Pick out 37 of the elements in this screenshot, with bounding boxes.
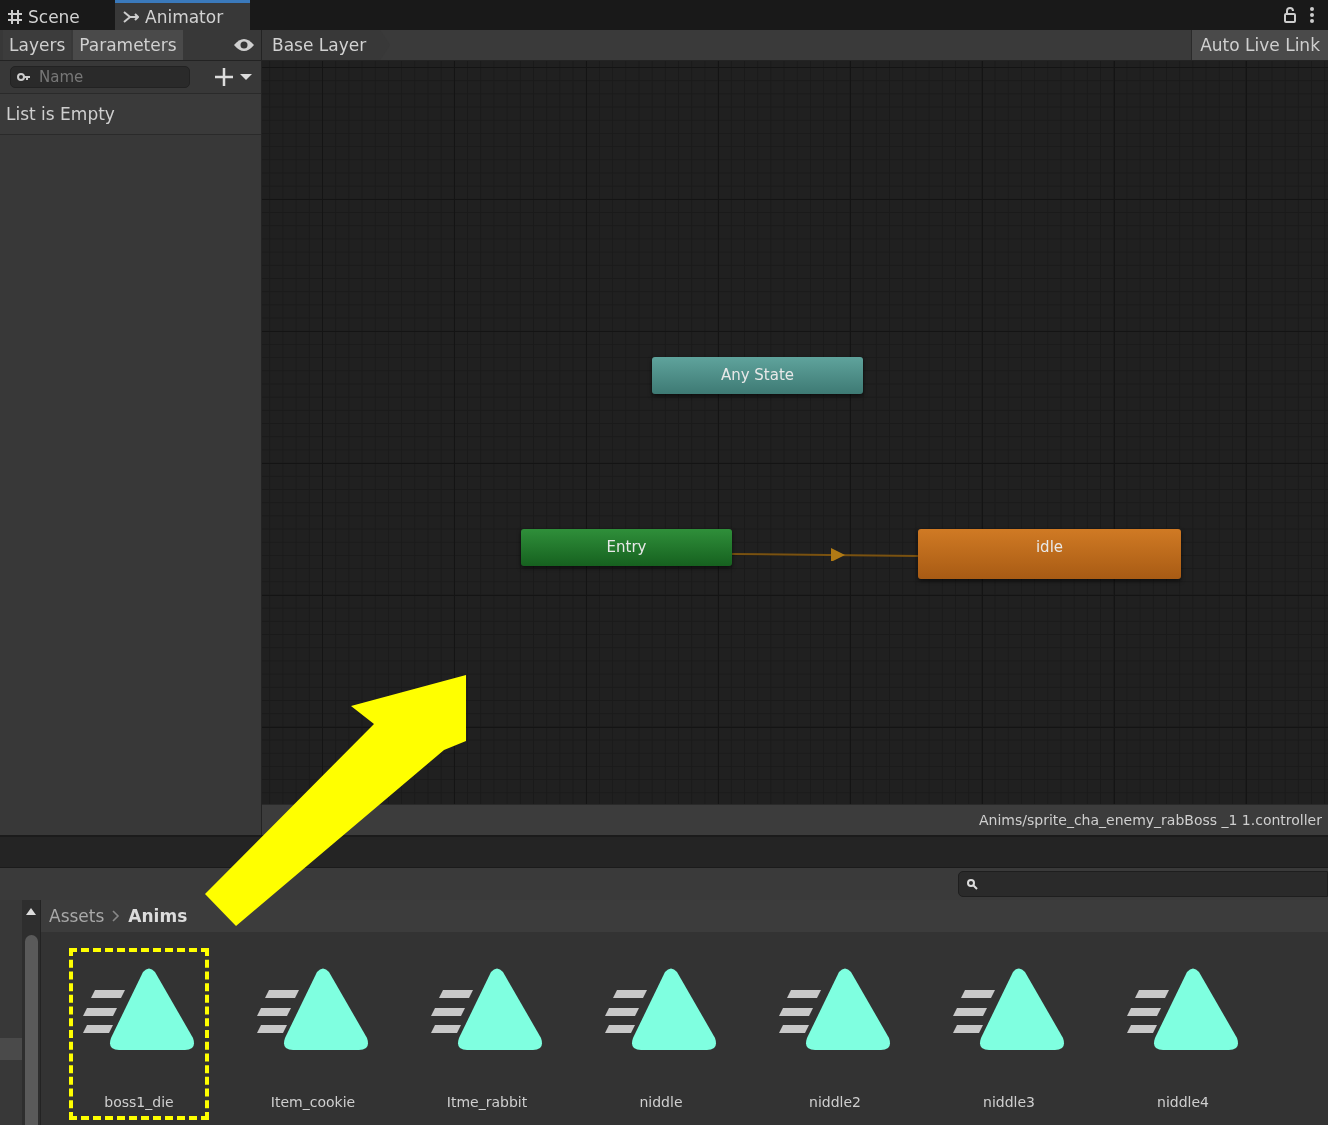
- animation-clip-icon: [953, 968, 1065, 1052]
- eye-icon[interactable]: [233, 38, 255, 52]
- asset-item[interactable]: niddle3: [939, 948, 1079, 1120]
- scroll-up-icon[interactable]: [26, 908, 36, 915]
- animation-clip-icon: [257, 968, 369, 1052]
- lock-icon[interactable]: [1284, 7, 1296, 23]
- scrollbar-thumb[interactable]: [24, 935, 38, 1125]
- search-field[interactable]: [958, 871, 1328, 897]
- window-tab[interactable]: Animator: [115, 0, 250, 30]
- chevron-icon: [112, 910, 121, 922]
- asset-item[interactable]: Item_cookie: [243, 948, 383, 1120]
- search-field[interactable]: Name: [10, 66, 190, 88]
- add-dropdown-icon[interactable]: [215, 68, 253, 86]
- breadcrumb-item[interactable]: Anims: [128, 906, 188, 926]
- animation-clip-icon: [779, 968, 891, 1052]
- animation-clip-icon: [83, 968, 195, 1052]
- panel-tab[interactable]: Parameters: [73, 30, 183, 60]
- window-tab[interactable]: Scene: [0, 0, 115, 30]
- breadcrumb-item[interactable]: Assets: [49, 906, 105, 926]
- search-icon: [967, 878, 978, 890]
- asset-item[interactable]: niddle: [591, 948, 731, 1120]
- asset-item[interactable]: niddle4: [1113, 948, 1253, 1120]
- more-icon[interactable]: [1310, 7, 1314, 23]
- search-icon: [17, 72, 31, 82]
- graph-canvas[interactable]: Any State Entry idle: [262, 60, 1328, 805]
- asset-item[interactable]: niddle2: [765, 948, 905, 1120]
- animation-clip-icon: [1127, 968, 1239, 1052]
- grid-icon: [8, 9, 22, 24]
- animation-clip-icon: [605, 968, 717, 1052]
- auto-live-link-button[interactable]: Auto Live Link: [1191, 30, 1328, 60]
- file-path: Anims/sprite_cha_enemy_rabBoss _1 1.controller: [262, 804, 1328, 835]
- animation-clip-icon: [431, 968, 543, 1052]
- asset-item[interactable]: Itme_rabbit: [417, 948, 557, 1120]
- asset-item[interactable]: boss1_die: [69, 948, 209, 1120]
- entry-node[interactable]: Entry: [521, 528, 732, 566]
- branch-icon: [123, 9, 139, 24]
- panel-tab[interactable]: Layers: [3, 30, 72, 60]
